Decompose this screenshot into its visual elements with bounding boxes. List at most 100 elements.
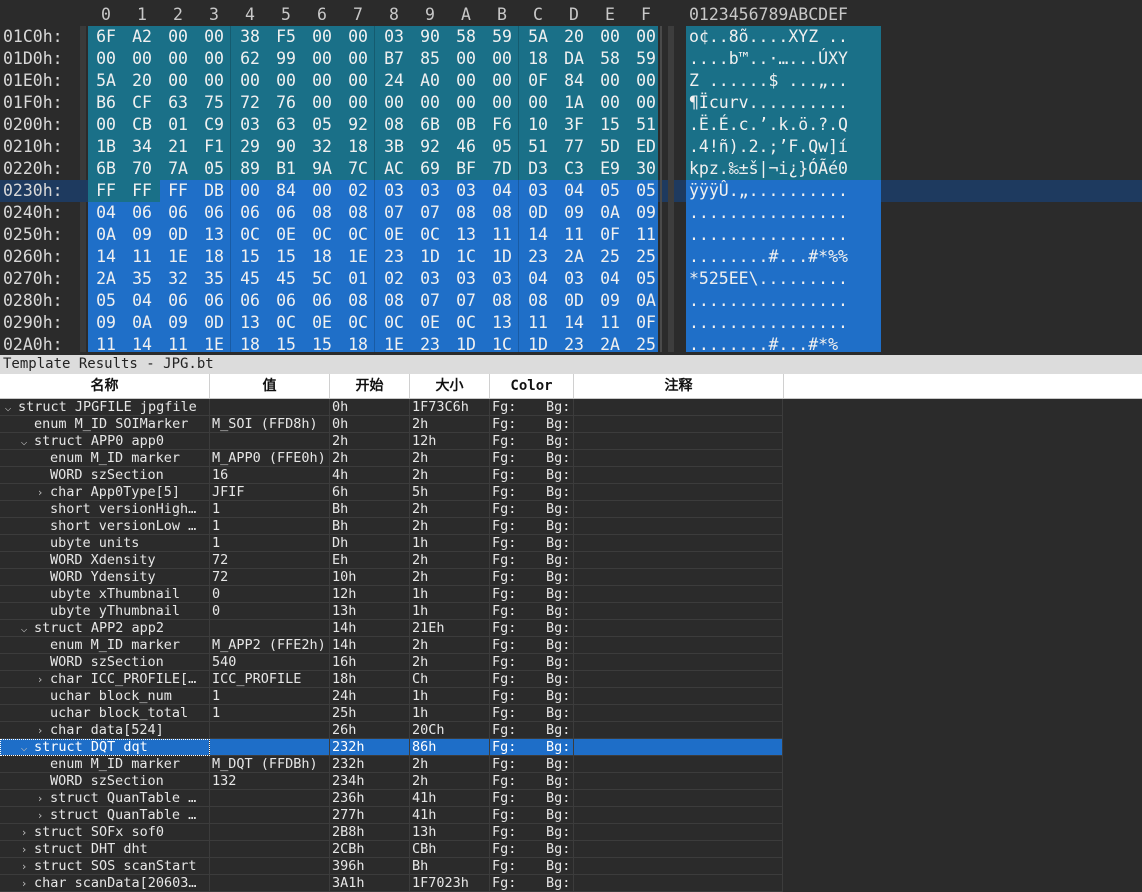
hex-byte[interactable]: 04 xyxy=(484,181,520,200)
cell-color[interactable]: Fg: Bg: xyxy=(490,484,574,501)
hex-byte[interactable]: 06 xyxy=(232,203,268,222)
hex-byte[interactable]: 11 xyxy=(628,225,664,244)
hex-byte[interactable]: 08 xyxy=(304,203,340,222)
hex-byte[interactable]: 08 xyxy=(520,291,556,310)
hex-byte[interactable]: 00 xyxy=(196,71,232,90)
hex-byte[interactable]: 11 xyxy=(556,225,592,244)
hex-row[interactable]: 01E0h: 5A 20 00 00 00 00 00 00 24 A0 00 00 0F 84 00 00 Z … xyxy=(0,70,1142,92)
hex-byte[interactable]: 75 xyxy=(196,93,232,112)
hex-row[interactable]: 0210h: 1B 34 21 F1 29 90 32 18 3B 92 46 05 51 77 5D ED .4… xyxy=(0,136,1142,158)
hex-byte[interactable]: 06 xyxy=(268,203,304,222)
cell-comment[interactable] xyxy=(574,722,783,739)
cell-color[interactable]: Fg: Bg: xyxy=(490,569,574,586)
hex-byte[interactable]: 06 xyxy=(232,291,268,310)
cell-name[interactable]: enum M_ID marker xyxy=(0,756,210,773)
collapse-arrow-icon[interactable]: ⌵ xyxy=(18,739,30,756)
hex-row[interactable]: 0250h: 0A 09 0D 13 0C 0E 0C 0C 0E 0C 13 11 14 11 0F 11..… xyxy=(0,224,1142,246)
hex-byte[interactable]: 58 xyxy=(448,27,484,46)
template-row[interactable]: WORD szSection 16 4h 2h Fg: Bg: xyxy=(0,467,783,484)
template-row[interactable]: › struct SOFx sof0 2B8h 13h Fg: Bg: xyxy=(0,824,783,841)
hex-byte[interactable]: ED xyxy=(628,137,664,156)
hex-byte[interactable]: 51 xyxy=(628,115,664,134)
hex-byte[interactable]: 06 xyxy=(160,291,196,310)
hex-byte[interactable]: 6B xyxy=(412,115,448,134)
hex-byte[interactable]: 38 xyxy=(232,27,268,46)
hex-byte[interactable]: 70 xyxy=(124,159,160,178)
template-row[interactable]: › struct QuanTable … 277h 41h Fg: Bg: xyxy=(0,807,783,824)
hex-byte[interactable]: 0E xyxy=(304,313,340,332)
ascii-text[interactable]: ................ xyxy=(689,203,848,222)
hex-row[interactable]: 0270h: 2A 35 32 35 45 45 5C 01 02 03 03 03 04 03 04 05 *5… xyxy=(0,268,1142,290)
template-row[interactable]: › struct DHT dht 2CBh CBh Fg: Bg: xyxy=(0,841,783,858)
hex-byte[interactable]: 08 xyxy=(448,203,484,222)
expand-arrow-icon[interactable]: › xyxy=(18,824,30,841)
hex-byte[interactable]: 00 xyxy=(340,71,376,90)
hex-byte[interactable]: FF xyxy=(88,181,124,200)
hex-byte[interactable]: 00 xyxy=(448,93,484,112)
hex-byte[interactable]: 0F xyxy=(520,71,556,90)
hex-byte[interactable]: 05 xyxy=(592,181,628,200)
hex-byte[interactable]: 00 xyxy=(484,71,520,90)
cell-color[interactable]: Fg: Bg: xyxy=(490,671,574,688)
hex-byte[interactable]: 34 xyxy=(124,137,160,156)
cell-comment[interactable] xyxy=(574,620,783,637)
hex-byte[interactable]: 07 xyxy=(412,291,448,310)
collapse-arrow-icon[interactable]: ⌵ xyxy=(18,433,30,450)
hex-byte[interactable]: 14 xyxy=(520,225,556,244)
hex-row[interactable]: 0280h: 05 04 06 06 06 06 06 08 08 07 07 08 08 0D 09 0A..… xyxy=(0,290,1142,312)
hex-byte[interactable]: 00 xyxy=(160,27,196,46)
hex-byte[interactable]: 62 xyxy=(232,49,268,68)
hex-byte[interactable]: 09 xyxy=(628,203,664,222)
cell-name[interactable]: WORD Xdensity xyxy=(0,552,210,569)
hex-byte[interactable]: D3 xyxy=(520,159,556,178)
cell-color[interactable]: Fg: Bg: xyxy=(490,722,574,739)
hex-byte[interactable]: 10 xyxy=(520,115,556,134)
hex-byte[interactable]: 32 xyxy=(304,137,340,156)
hex-byte[interactable]: 20 xyxy=(124,71,160,90)
template-row[interactable]: ⌵ struct APP0 app0 2h 12h Fg: Bg: xyxy=(0,433,783,450)
hex-byte[interactable]: 11 xyxy=(520,313,556,332)
hex-byte[interactable]: 58 xyxy=(592,49,628,68)
hex-byte[interactable]: 2A xyxy=(592,335,628,352)
template-row[interactable]: WORD Ydensity 72 10h 2h Fg: Bg: xyxy=(0,569,783,586)
hex-byte[interactable]: 00 xyxy=(340,27,376,46)
template-row[interactable]: ubyte units 1 Dh 1h Fg: Bg: xyxy=(0,535,783,552)
hex-byte[interactable]: F5 xyxy=(268,27,304,46)
hex-byte[interactable]: A2 xyxy=(124,27,160,46)
hex-byte[interactable]: 00 xyxy=(304,27,340,46)
hex-byte[interactable]: 06 xyxy=(196,291,232,310)
expand-arrow-icon[interactable]: › xyxy=(18,858,30,875)
hex-byte[interactable]: 08 xyxy=(340,291,376,310)
hex-byte[interactable]: 63 xyxy=(268,115,304,134)
hex-byte[interactable]: 00 xyxy=(340,49,376,68)
hex-byte[interactable]: 7A xyxy=(160,159,196,178)
cell-comment[interactable] xyxy=(574,586,783,603)
cell-color[interactable]: Fg: Bg: xyxy=(490,756,574,773)
hex-byte[interactable]: 08 xyxy=(484,203,520,222)
cell-color[interactable]: Fg: Bg: xyxy=(490,739,574,756)
cell-name[interactable]: ubyte yThumbnail xyxy=(0,603,210,620)
cell-name[interactable]: ⌵ struct APP0 app0 xyxy=(0,433,210,450)
cell-color[interactable]: Fg: Bg: xyxy=(490,773,574,790)
hex-byte[interactable]: 9A xyxy=(304,159,340,178)
cell-name[interactable]: WORD szSection xyxy=(0,654,210,671)
hex-byte[interactable]: AC xyxy=(376,159,412,178)
hex-byte[interactable]: 15 xyxy=(268,335,304,352)
cell-color[interactable]: Fg: Bg: xyxy=(490,518,574,535)
hex-byte[interactable]: 05 xyxy=(484,137,520,156)
hex-byte[interactable]: 0C xyxy=(340,225,376,244)
ascii-text[interactable]: kpz.‰±š|¬i¿}ÓÃé0 xyxy=(689,159,848,178)
ascii-text[interactable]: ....b™..·…...ÚXY xyxy=(689,49,848,68)
cell-color[interactable]: Fg: Bg: xyxy=(490,586,574,603)
cell-comment[interactable] xyxy=(574,858,783,875)
hex-byte[interactable]: 0B xyxy=(448,115,484,134)
cell-comment[interactable] xyxy=(574,637,783,654)
template-row[interactable]: ⌵ struct JPGFILE jpgfile 0h 1F73C6h Fg: Bg: xyxy=(0,399,783,416)
hex-byte[interactable]: 92 xyxy=(340,115,376,134)
hex-byte[interactable]: 01 xyxy=(340,269,376,288)
cell-name[interactable]: enum M_ID marker xyxy=(0,450,210,467)
hex-byte[interactable]: 15 xyxy=(268,247,304,266)
cell-name[interactable]: ubyte units xyxy=(0,535,210,552)
hex-byte[interactable]: 1D xyxy=(484,247,520,266)
hex-byte[interactable]: 08 xyxy=(376,291,412,310)
